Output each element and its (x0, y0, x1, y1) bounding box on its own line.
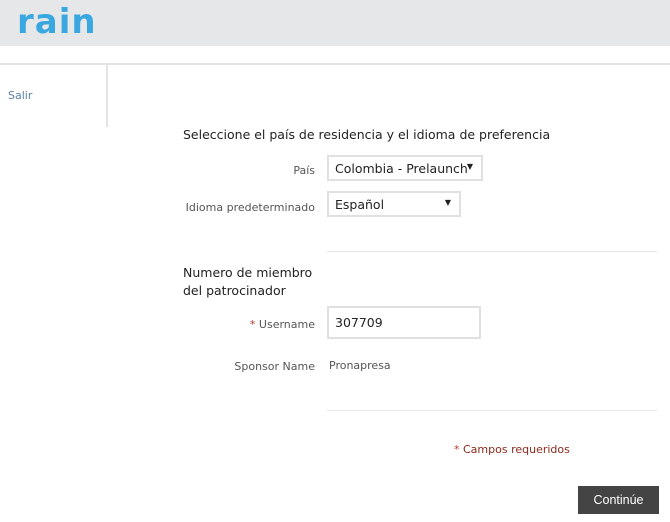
continue-button[interactable]: Continúe (578, 486, 659, 514)
sponsor-section-title: Numero de miembro del patrocinador (183, 264, 312, 300)
country-value: Colombia - Prelaunch (335, 161, 468, 176)
required-note-text: Campos requeridos (463, 443, 570, 456)
country-select[interactable]: Colombia - Prelaunch ▼ (327, 155, 483, 181)
required-asterisk: * (249, 318, 256, 331)
sidebar-divider (106, 65, 108, 127)
username-label: * Username (165, 318, 315, 331)
required-note: * Campos requeridos (454, 443, 570, 456)
username-label-text: Username (258, 318, 315, 331)
country-label: País (293, 164, 315, 177)
divider (0, 63, 670, 65)
sponsor-name-value: Pronapresa (329, 359, 391, 372)
language-label: Idioma predeterminado (185, 201, 315, 214)
dropdown-arrow-icon: ▼ (444, 198, 451, 207)
username-value: 307709 (335, 315, 383, 330)
sponsor-name-label: Sponsor Name (234, 360, 315, 373)
sponsor-title-line2: del patrocinador (183, 283, 286, 298)
username-input[interactable]: 307709 (327, 306, 481, 339)
separator (327, 410, 657, 411)
dropdown-arrow-icon: ▼ (466, 162, 473, 171)
required-asterisk: * (454, 443, 460, 456)
language-select[interactable]: Español ▼ (327, 191, 461, 217)
language-value: Español (335, 197, 385, 212)
rain-logo[interactable]: rain (17, 2, 97, 42)
separator (327, 251, 657, 252)
section-title: Seleccione el país de residencia y el id… (183, 127, 551, 142)
header-bar: rain (0, 0, 670, 46)
logout-link[interactable]: Salir (8, 89, 32, 102)
sponsor-title-line1: Numero de miembro (183, 265, 313, 280)
